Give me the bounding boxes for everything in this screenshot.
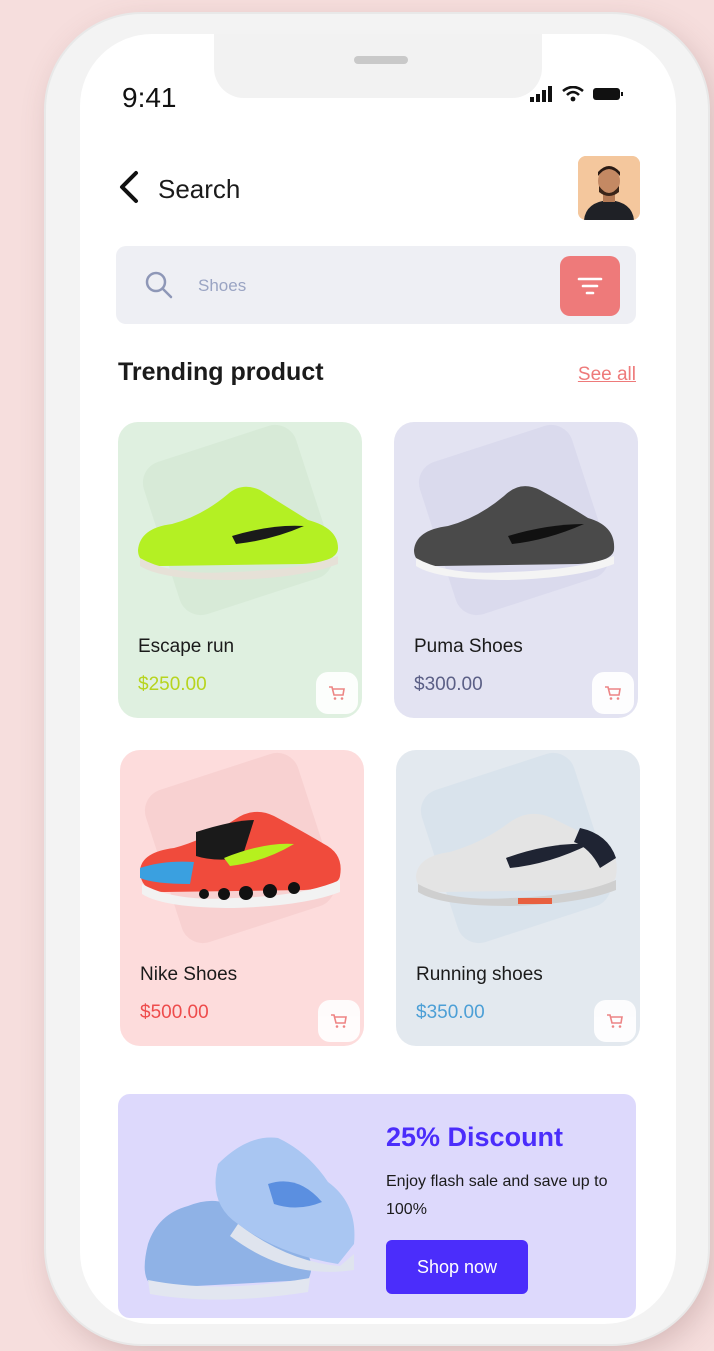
add-to-cart-button[interactable] <box>316 672 358 714</box>
shoe-image <box>138 486 338 580</box>
back-arrow-icon[interactable] <box>116 170 144 204</box>
product-name: Puma Shoes <box>414 636 523 657</box>
see-all-link[interactable]: See all <box>578 364 636 386</box>
product-price: $350.00 <box>416 1002 485 1023</box>
shoe-image <box>416 813 617 906</box>
filter-button[interactable] <box>560 256 620 316</box>
phone-frame: 9:41 Search Shoes Trending product See a… <box>46 14 708 1344</box>
promo-shoes-image <box>144 1137 355 1300</box>
search-input[interactable] <box>196 270 540 302</box>
product-price: $500.00 <box>140 1002 209 1023</box>
search-bar <box>116 246 636 324</box>
product-card[interactable]: Puma Shoes $300.00 <box>394 422 638 718</box>
notch <box>214 34 542 98</box>
product-card[interactable]: Running shoes $350.00 <box>396 750 640 1046</box>
battery-icon <box>593 88 623 100</box>
status-icons <box>530 86 624 102</box>
shop-now-button[interactable]: Shop now <box>386 1240 528 1294</box>
promo-banner: 25% Discount Enjoy flash sale and save u… <box>118 1094 636 1318</box>
product-card[interactable]: Escape run $250.00 <box>118 422 362 718</box>
cart-icon <box>605 686 621 700</box>
product-name: Running shoes <box>416 964 543 985</box>
product-card[interactable]: Nike Shoes $500.00 <box>120 750 364 1046</box>
product-name: Nike Shoes <box>140 964 238 985</box>
shoe-image <box>414 486 615 580</box>
shoe-image <box>140 811 341 908</box>
add-to-cart-button[interactable] <box>594 1000 636 1042</box>
header: Search <box>116 154 640 220</box>
product-price: $300.00 <box>414 674 483 695</box>
product-name: Escape run <box>138 636 235 657</box>
cart-icon <box>329 686 345 700</box>
wifi-icon <box>562 86 584 102</box>
search-icon <box>145 271 173 299</box>
cart-icon <box>607 1014 623 1028</box>
user-photo-icon <box>578 156 640 220</box>
section-title: Trending product <box>118 358 324 386</box>
signal-icon <box>530 86 552 102</box>
page-title: Search <box>158 174 241 204</box>
cart-icon <box>331 1014 347 1028</box>
avatar[interactable] <box>578 156 640 220</box>
status-time: 9:41 <box>122 82 177 113</box>
app-screen: 9:41 Search Shoes Trending product See a… <box>80 34 676 1324</box>
speaker <box>354 56 408 64</box>
filter-icon <box>577 277 603 295</box>
promo-text: Enjoy flash sale and save up to 100% <box>386 1173 608 1218</box>
add-to-cart-button[interactable] <box>318 1000 360 1042</box>
product-price: $250.00 <box>138 674 207 695</box>
add-to-cart-button[interactable] <box>592 672 634 714</box>
promo-title: 25% Discount <box>386 1122 564 1152</box>
